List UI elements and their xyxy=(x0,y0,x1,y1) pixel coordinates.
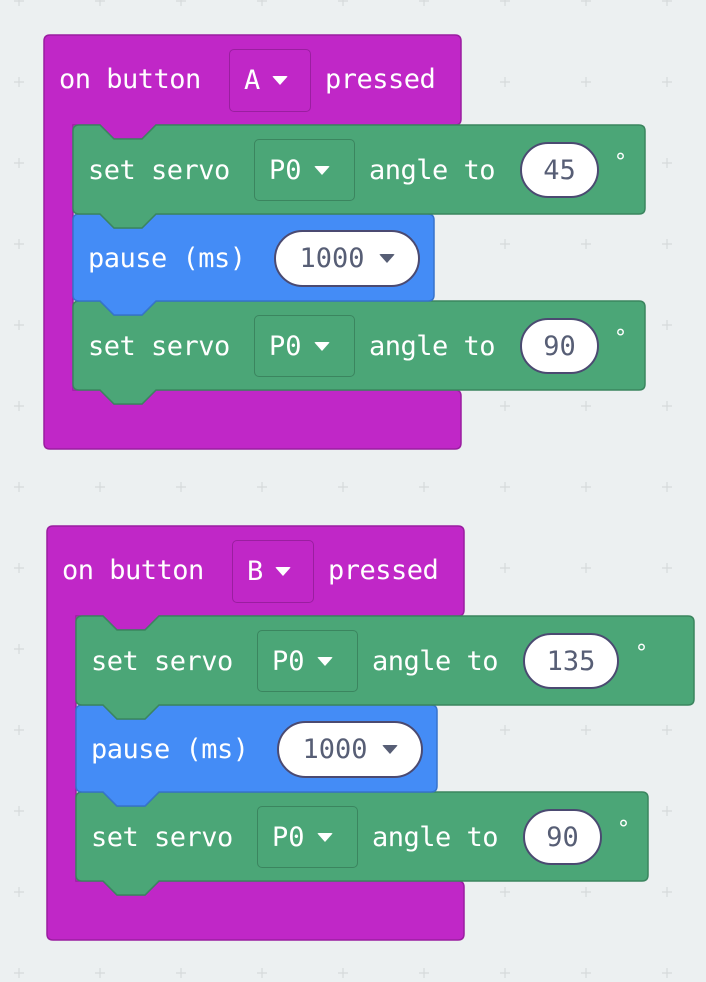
pause-duration-dropdown[interactable]: 1000 xyxy=(274,230,420,287)
pin-dropdown[interactable]: P0 xyxy=(254,139,355,201)
pin-value: P0 xyxy=(269,154,302,186)
button-dropdown[interactable]: A xyxy=(229,49,311,112)
button-value: B xyxy=(247,556,264,587)
caret-down-icon xyxy=(272,76,289,85)
caret-down-icon xyxy=(316,656,333,666)
pin-dropdown[interactable]: P0 xyxy=(257,806,358,868)
angle-input[interactable]: 90 xyxy=(523,809,602,865)
servo-label: set servo xyxy=(88,331,230,362)
servo-label: set servo xyxy=(91,646,233,677)
angle-to-label: angle to xyxy=(372,822,499,853)
caret-down-icon xyxy=(313,341,330,351)
event-label-prefix: on button xyxy=(62,555,204,586)
pin-value: P0 xyxy=(272,821,305,853)
angle-input[interactable]: 135 xyxy=(523,633,619,689)
angle-to-label: angle to xyxy=(369,155,496,186)
caret-down-icon xyxy=(378,254,395,263)
button-value: A xyxy=(244,65,261,96)
degree-symbol: ° xyxy=(636,641,647,666)
degree-symbol: ° xyxy=(615,150,626,175)
event-label-prefix: on button xyxy=(59,64,201,95)
event-label-suffix: pressed xyxy=(325,64,436,95)
pause-label: pause (ms) xyxy=(88,243,246,274)
pause-duration-dropdown[interactable]: 1000 xyxy=(277,721,423,778)
angle-to-label: angle to xyxy=(372,646,499,677)
pin-value: P0 xyxy=(272,645,305,677)
degree-symbol: ° xyxy=(618,817,629,842)
servo-label: set servo xyxy=(88,155,230,186)
angle-input[interactable]: 45 xyxy=(520,142,599,198)
caret-down-icon xyxy=(275,567,292,576)
pause-label: pause (ms) xyxy=(91,734,249,765)
pause-value: 1000 xyxy=(302,734,368,765)
angle-to-label: angle to xyxy=(369,331,496,362)
caret-down-icon xyxy=(313,165,330,175)
pin-dropdown[interactable]: P0 xyxy=(257,630,358,692)
servo-label: set servo xyxy=(91,822,233,853)
angle-input[interactable]: 90 xyxy=(520,318,599,374)
event-label-suffix: pressed xyxy=(328,555,439,586)
degree-symbol: ° xyxy=(615,326,626,351)
pin-dropdown[interactable]: P0 xyxy=(254,315,355,377)
pause-value: 1000 xyxy=(299,243,365,274)
caret-down-icon xyxy=(381,745,398,754)
pin-value: P0 xyxy=(269,330,302,362)
button-dropdown[interactable]: B xyxy=(232,540,314,603)
caret-down-icon xyxy=(316,832,333,842)
